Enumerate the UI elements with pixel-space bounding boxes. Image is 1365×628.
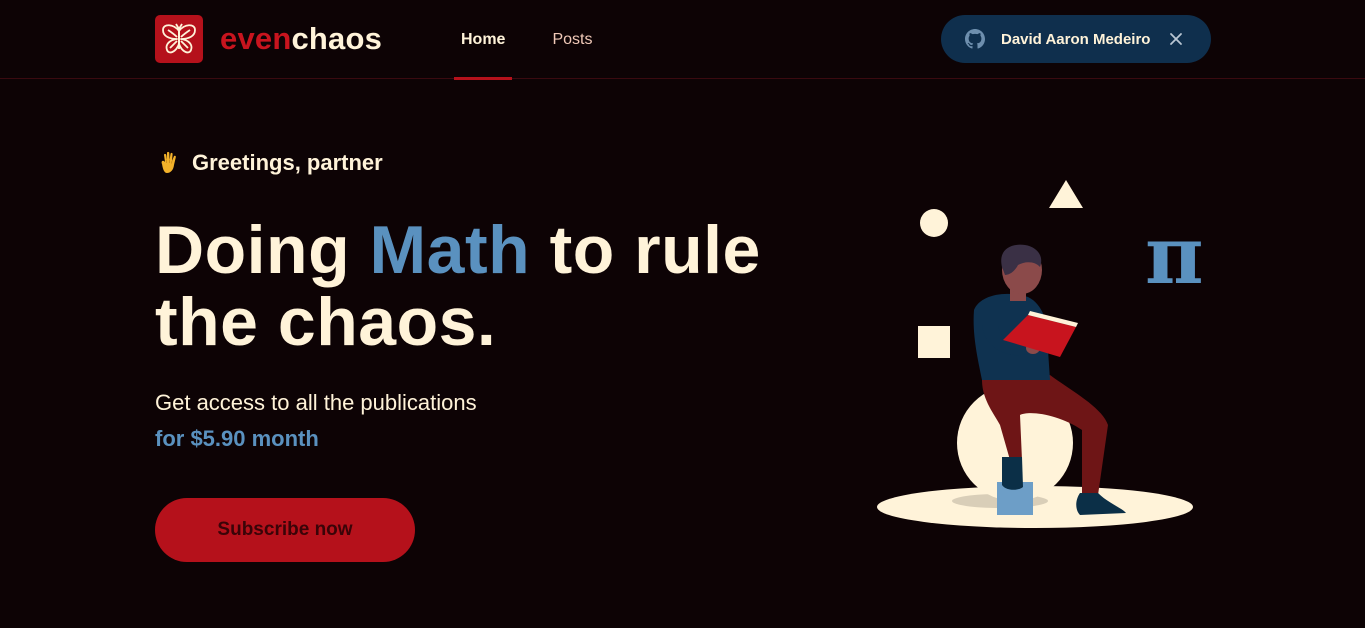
brand-logo[interactable]: evenchaos <box>155 15 382 63</box>
butterfly-icon <box>155 15 203 63</box>
subscribe-button[interactable]: Subscribe now <box>155 498 415 562</box>
brand-name-part1: even <box>220 21 292 56</box>
nav-item-home[interactable]: Home <box>454 0 513 80</box>
pi-symbol: π <box>1145 208 1204 302</box>
circle-shape <box>920 209 948 237</box>
greeting-text: Greetings, partner <box>192 150 383 175</box>
square-shape <box>918 326 950 358</box>
left-shoe <box>1002 457 1023 490</box>
brand-name: evenchaos <box>220 21 382 57</box>
waving-hand-icon <box>161 151 176 173</box>
hero-subtext: Get access to all the publications <box>155 390 477 415</box>
site-header: evenchaos Home Posts David Aaron Medeiro <box>0 0 1365 80</box>
triangle-shape <box>1049 180 1083 208</box>
main-nav: Home Posts <box>454 0 599 80</box>
brand-name-part2: chaos <box>291 21 383 56</box>
headline-part1: Doing <box>155 212 370 288</box>
greeting: Greetings, partner <box>157 150 383 176</box>
reading-person-illustration: π <box>877 180 1204 528</box>
github-icon <box>965 29 985 49</box>
user-chip[interactable]: David Aaron Medeiro <box>941 15 1211 63</box>
user-name: David Aaron Medeiro <box>1001 30 1151 48</box>
price-text: for $5.90 month <box>155 426 319 451</box>
nav-item-posts[interactable]: Posts <box>545 0 599 79</box>
headline-accent: Math <box>369 212 531 288</box>
hero-headline: Doing Math to rule the chaos. <box>155 214 795 358</box>
close-icon[interactable] <box>1168 31 1184 47</box>
